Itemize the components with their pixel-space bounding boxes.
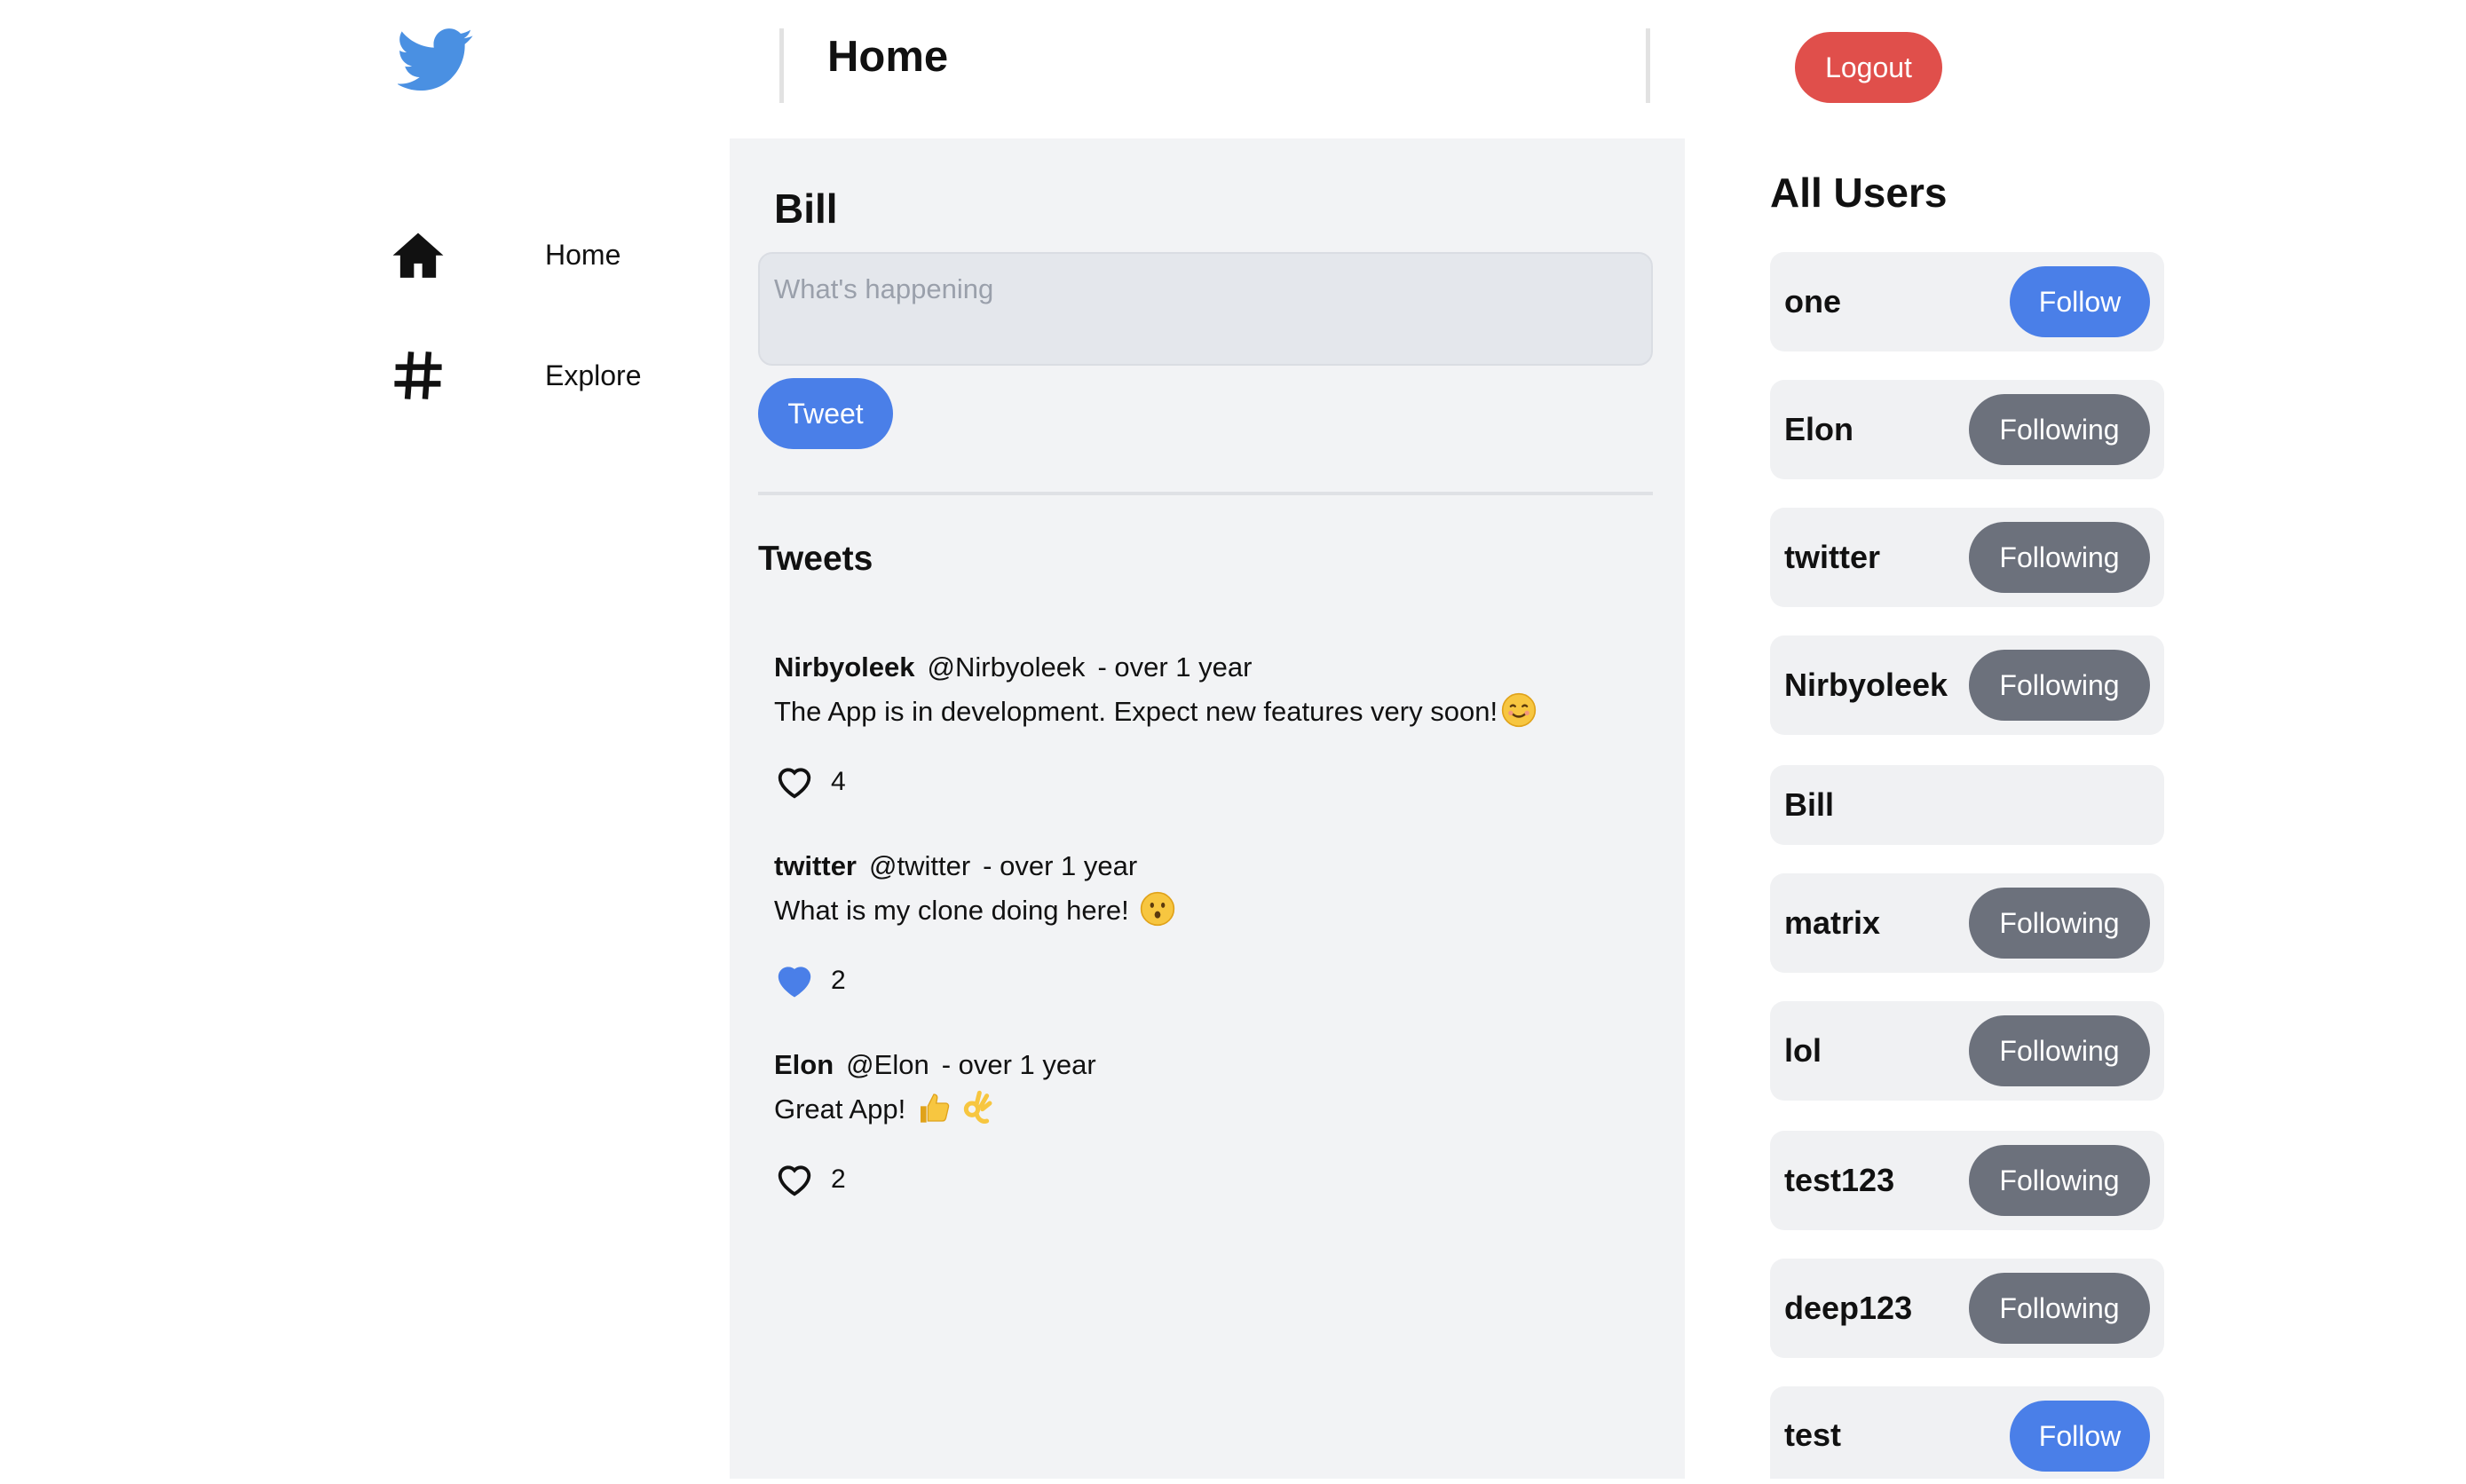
- twitter-logo-icon[interactable]: [396, 28, 474, 92]
- user-name[interactable]: matrix: [1784, 873, 1880, 973]
- user-name[interactable]: one: [1784, 252, 1841, 351]
- following-button[interactable]: Following: [1969, 522, 2150, 593]
- smiling-face-emoji-icon: [1501, 692, 1537, 737]
- tweet-author-handle[interactable]: @twitter: [869, 850, 970, 881]
- following-button[interactable]: Following: [1969, 1145, 2150, 1216]
- like-count: 2: [831, 1164, 846, 1194]
- feed-divider: [758, 492, 1653, 495]
- ok-hand-emoji-icon: [959, 1090, 994, 1134]
- user-card: deep123 Following: [1770, 1259, 2164, 1358]
- user-card-self: Bill: [1770, 765, 2164, 845]
- user-card: test Follow: [1770, 1386, 2164, 1479]
- user-name[interactable]: test: [1784, 1386, 1841, 1484]
- tweet-timestamp: - over 1 year: [1097, 651, 1253, 683]
- user-card: lol Following: [1770, 1001, 2164, 1101]
- tweet-text: Great App!: [774, 1093, 906, 1125]
- like-count: 2: [831, 966, 846, 995]
- tweet-text: What is my clone doing here!: [774, 895, 1129, 926]
- all-users-heading: All Users: [1770, 170, 1948, 216]
- tweet-timestamp: - over 1 year: [983, 850, 1138, 881]
- tweet-compose-input[interactable]: [758, 252, 1653, 366]
- hashtag-icon: [391, 348, 446, 403]
- tweet-item: Elon @Elon - over 1 year Great App! 2: [774, 1047, 1644, 1200]
- tweet-author-name[interactable]: twitter: [774, 850, 857, 881]
- following-button[interactable]: Following: [1969, 1273, 2150, 1344]
- following-button[interactable]: Following: [1969, 394, 2150, 465]
- user-name[interactable]: twitter: [1784, 508, 1880, 607]
- user-name[interactable]: lol: [1784, 1001, 1822, 1101]
- heart-outline-icon[interactable]: [774, 762, 815, 802]
- user-card: twitter Following: [1770, 508, 2164, 607]
- tweet-author-handle[interactable]: @Elon: [846, 1049, 929, 1080]
- user-name[interactable]: Bill: [1784, 765, 1834, 845]
- heart-outline-icon[interactable]: [774, 1159, 815, 1200]
- header-divider-left: [779, 28, 784, 103]
- user-name[interactable]: Elon: [1784, 380, 1853, 479]
- thumbs-up-emoji-icon: [916, 1090, 952, 1134]
- sidebar-item-label: Home: [545, 238, 621, 271]
- follow-button[interactable]: Follow: [2010, 266, 2150, 337]
- user-card: Nirbyoleek Following: [1770, 635, 2164, 735]
- user-name[interactable]: test123: [1784, 1131, 1894, 1230]
- tweet-item: Nirbyoleek @Nirbyoleek - over 1 year The A…: [774, 650, 1644, 802]
- user-card: test123 Following: [1770, 1131, 2164, 1230]
- following-button[interactable]: Following: [1969, 1015, 2150, 1086]
- like-count: 4: [831, 767, 846, 796]
- following-button[interactable]: Following: [1969, 888, 2150, 959]
- tweet-button[interactable]: Tweet: [758, 378, 893, 449]
- tweet-author-name[interactable]: Nirbyoleek: [774, 651, 915, 683]
- page-title: Home: [827, 33, 949, 81]
- follow-button[interactable]: Follow: [2010, 1401, 2150, 1472]
- home-icon: [391, 227, 446, 282]
- user-card: matrix Following: [1770, 873, 2164, 973]
- tweet-text: The App is in development. Expect new fe…: [774, 696, 1498, 727]
- hushed-face-emoji-icon: [1140, 891, 1175, 935]
- current-user-name: Bill: [774, 186, 838, 232]
- user-name[interactable]: deep123: [1784, 1259, 1912, 1358]
- tweet-author-handle[interactable]: @Nirbyoleek: [928, 651, 1086, 683]
- sidebar-item-explore[interactable]: Explore: [391, 348, 642, 403]
- tweet-timestamp: - over 1 year: [941, 1049, 1096, 1080]
- tweet-item: twitter @twitter - over 1 year What is my …: [774, 849, 1644, 1001]
- following-button[interactable]: Following: [1969, 650, 2150, 721]
- tweets-heading: Tweets: [758, 540, 873, 578]
- header-divider-right: [1646, 28, 1650, 103]
- sidebar-item-home[interactable]: Home: [391, 227, 620, 282]
- user-card: Elon Following: [1770, 380, 2164, 479]
- user-name[interactable]: Nirbyoleek: [1784, 635, 1948, 735]
- logout-button[interactable]: Logout: [1795, 32, 1942, 103]
- main-feed: Bill Tweet Tweets Nirbyoleek@Nirbyoleek-…: [730, 138, 1685, 1479]
- user-card: one Follow: [1770, 252, 2164, 351]
- tweet-author-name[interactable]: Elon: [774, 1049, 834, 1080]
- sidebar-item-label: Explore: [545, 359, 642, 391]
- heart-filled-icon[interactable]: [774, 960, 815, 1001]
